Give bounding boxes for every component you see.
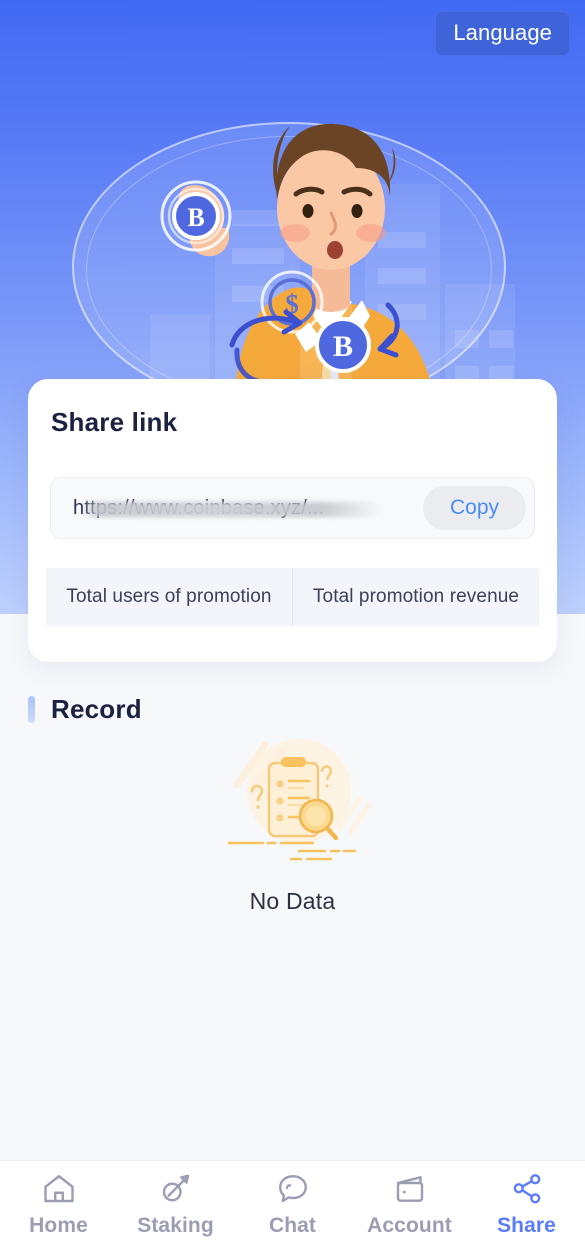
tab-share[interactable]: Share: [468, 1161, 585, 1247]
tab-share-label: Share: [497, 1213, 556, 1237]
tab-account[interactable]: Account: [351, 1161, 468, 1247]
redaction-blur-overlay: [81, 502, 381, 517]
bottom-tabbar: Home Staking Chat Account Share: [0, 1160, 585, 1247]
share-link-input-row[interactable]: https://www.coinbase.xyz/... Copy: [50, 477, 535, 539]
clipboard-magnifier-no-data-icon: [227, 739, 372, 861]
no-data-label: No Data: [249, 888, 336, 914]
pickaxe-icon: [162, 1174, 189, 1201]
record-title: Record: [51, 694, 142, 724]
tab-staking[interactable]: Staking: [117, 1161, 234, 1247]
home-icon: [43, 1174, 74, 1202]
share-link-title: Share link: [51, 407, 178, 437]
tab-home[interactable]: Home: [0, 1161, 117, 1247]
chat-bubble-icon: [278, 1174, 307, 1202]
tab-chat[interactable]: Chat: [234, 1161, 351, 1247]
share-link-value-wrap: https://www.coinbase.xyz/...: [73, 493, 423, 523]
wallet-icon: [396, 1175, 423, 1202]
copy-button[interactable]: Copy: [422, 486, 526, 530]
share-nodes-icon: [513, 1173, 540, 1203]
stat-total-revenue: Total promotion revenue: [292, 568, 539, 626]
share-page: B $ B Language Share link Copy Total use…: [0, 0, 585, 1247]
promotion-stats-row: Total users of promotion Total promotion…: [46, 568, 539, 626]
tab-home-label: Home: [29, 1213, 88, 1237]
tab-account-label: Account: [367, 1213, 452, 1237]
language-button[interactable]: Language: [435, 11, 570, 56]
svg-text:B: B: [333, 330, 353, 363]
stat-total-users: Total users of promotion: [66, 586, 272, 607]
svg-text:B: B: [187, 203, 204, 232]
record-section-header: Record: [28, 694, 142, 725]
tab-chat-label: Chat: [268, 1213, 317, 1237]
tab-staking-label: Staking: [137, 1213, 214, 1237]
record-accent-bar: [28, 696, 35, 723]
record-empty-state: No Data: [0, 733, 585, 915]
